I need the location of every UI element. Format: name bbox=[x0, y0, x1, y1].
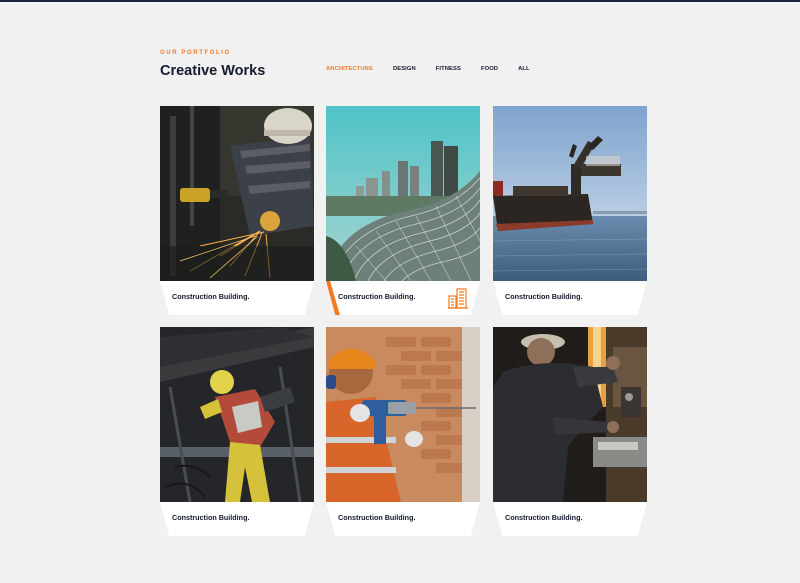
card-title: Construction Building. bbox=[338, 513, 416, 522]
card-title: Construction Building. bbox=[172, 513, 250, 522]
card-caption: Construction Building. bbox=[493, 502, 647, 536]
card-caption: Construction Building. bbox=[326, 502, 480, 536]
filter-fitness[interactable]: FITNESS bbox=[436, 66, 461, 72]
card-caption: Construction Building. bbox=[160, 281, 314, 315]
card-title: Construction Building. bbox=[505, 292, 583, 301]
section-eyebrow: OUR PORTFOLIO bbox=[160, 50, 231, 56]
card-caption: Construction Building. bbox=[326, 281, 480, 315]
filter-architecture[interactable]: ARCHITECTURE bbox=[326, 66, 373, 72]
top-border bbox=[0, 0, 800, 2]
card-caption: Construction Building. bbox=[493, 281, 647, 315]
portfolio-card[interactable]: Construction Building. bbox=[160, 327, 314, 536]
card-image-worker-drill bbox=[326, 327, 480, 502]
card-title: Construction Building. bbox=[505, 513, 583, 522]
portfolio-card[interactable]: Construction Building. bbox=[493, 327, 647, 536]
portfolio-card[interactable]: Construction Building. bbox=[326, 106, 480, 315]
section-title: Creative Works bbox=[160, 63, 266, 79]
card-image-architecture bbox=[326, 106, 480, 281]
card-image-worker-yellow bbox=[160, 327, 314, 502]
card-image-worker-machine bbox=[493, 327, 647, 502]
portfolio-card[interactable]: Construction Building. bbox=[326, 327, 480, 536]
portfolio-card[interactable]: Construction Building. bbox=[493, 106, 647, 315]
building-icon bbox=[448, 288, 468, 309]
portfolio-header: OUR PORTFOLIO Creative Works ARCHITECTUR… bbox=[160, 50, 648, 90]
card-image-ship bbox=[493, 106, 647, 281]
card-title: Construction Building. bbox=[338, 292, 416, 301]
filter-nav: ARCHITECTURE DESIGN FITNESS FOOD ALL bbox=[326, 66, 550, 72]
filter-all[interactable]: ALL bbox=[518, 66, 530, 72]
card-image-welder bbox=[160, 106, 314, 281]
card-caption: Construction Building. bbox=[160, 502, 314, 536]
card-title: Construction Building. bbox=[172, 292, 250, 301]
filter-food[interactable]: FOOD bbox=[481, 66, 498, 72]
portfolio-grid: Construction Building. Construction Buil… bbox=[160, 106, 647, 536]
portfolio-card[interactable]: Construction Building. bbox=[160, 106, 314, 315]
filter-design[interactable]: DESIGN bbox=[393, 66, 416, 72]
